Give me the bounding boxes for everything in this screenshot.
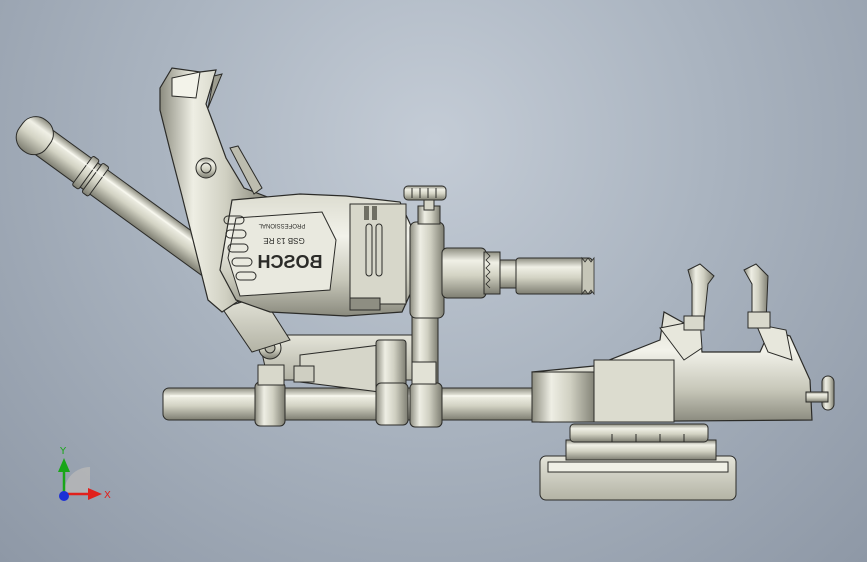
v-jaw-left[interactable] (683, 263, 715, 331)
series-label: PROFESSIONAL (258, 222, 305, 228)
motor-grooves (349, 203, 407, 311)
v-jaw-right[interactable] (743, 263, 771, 329)
cad-viewport[interactable]: BOSCH GSB 13 RE PROFESSIONAL Y X (0, 0, 867, 562)
hole-saw-bit[interactable] (515, 256, 595, 296)
coordinate-triad: Y X (58, 446, 111, 501)
z-axis-dot (59, 491, 69, 501)
main-bar[interactable] (162, 387, 542, 421)
bench-vise[interactable] (531, 263, 835, 501)
brand-logo: BOSCH (257, 252, 322, 272)
collar-clamp[interactable] (409, 197, 445, 319)
x-axis-label: X (104, 490, 111, 501)
drill-body[interactable]: BOSCH GSB 13 RE PROFESSIONAL (219, 193, 413, 317)
y-axis-label: Y (59, 446, 67, 457)
drill-chuck[interactable] (441, 247, 519, 299)
adjust-knob[interactable] (403, 185, 447, 201)
model-label: GSB 13 RE (263, 236, 304, 245)
